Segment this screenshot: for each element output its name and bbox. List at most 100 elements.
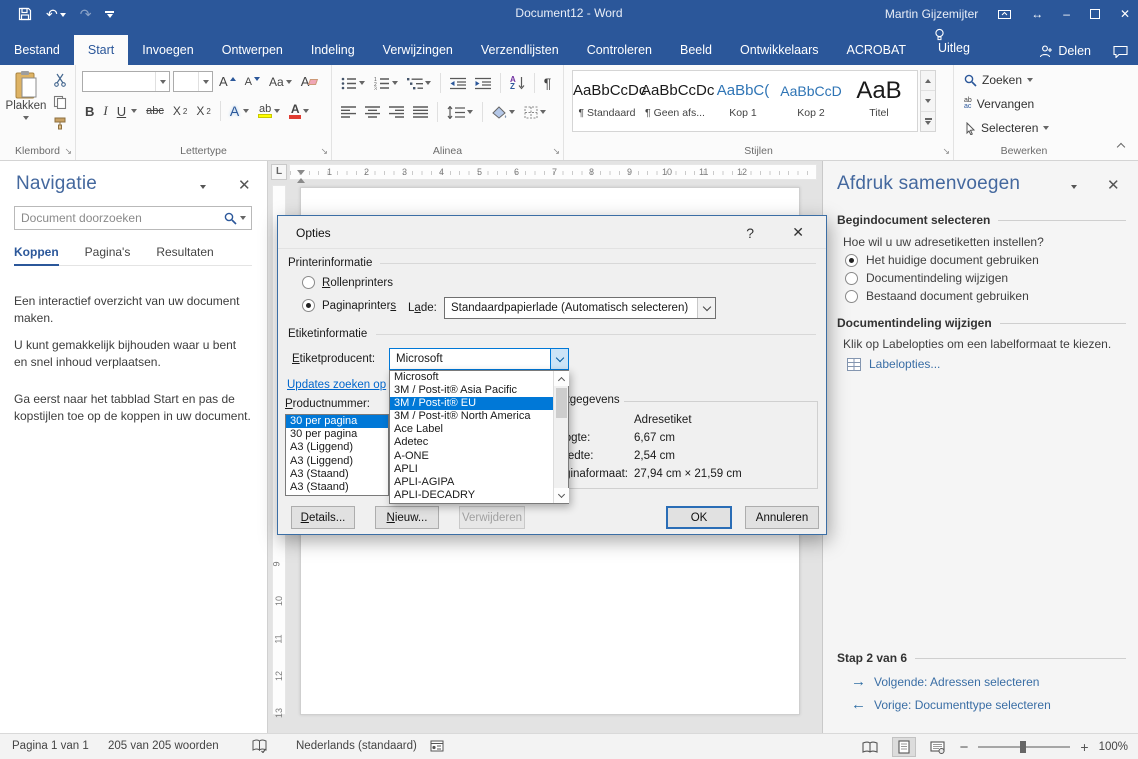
zoom-level[interactable]: 100% [1099,741,1128,753]
style-standaard[interactable]: AaBbCcDc ¶ Standaard [573,71,641,131]
style-kop1[interactable]: AaBbC( Kop 1 [709,71,777,131]
font-size-combo[interactable] [173,71,213,92]
dropdown-item[interactable]: APLI-AGIPA [390,476,553,489]
updates-link[interactable]: Updates zoeken op [287,379,386,391]
dropdown-item[interactable]: Adetec [390,436,553,449]
text-effects-button[interactable]: A [227,102,252,120]
tab-bestand[interactable]: Bestand [0,35,74,65]
bullet-list-button[interactable] [338,76,368,91]
user-name[interactable]: Martin Gijzemijter [885,7,978,21]
style-scroll-up-icon[interactable] [921,71,935,91]
scroll-thumb[interactable] [556,388,567,418]
ribbon-display-options-icon[interactable] [998,9,1011,20]
radio-icon[interactable] [845,290,858,303]
tab-verzendlijsten[interactable]: Verzendlijsten [467,35,573,65]
navigation-pane-close-icon[interactable]: ✕ [238,176,251,194]
strikethrough-button[interactable]: abc [143,104,167,118]
dropdown-item[interactable]: Microsoft [390,371,553,384]
zoom-slider[interactable] [978,746,1070,748]
nav-tab-resultaten[interactable]: Resultaten [156,245,213,259]
copy-icon[interactable] [50,93,70,111]
font-dialog-launcher-icon[interactable]: ↘ [320,147,328,156]
dialog-help-button[interactable]: ? [746,225,754,241]
dropdown-item[interactable]: Ace Label [390,423,553,436]
multilevel-list-button[interactable] [404,76,434,91]
justify-button[interactable] [410,105,431,119]
tab-ontwerpen[interactable]: Ontwerpen [208,35,297,65]
replace-button[interactable]: abac Vervangen [964,97,1034,111]
style-kop2[interactable]: AaBbCcD Kop 2 [777,71,845,131]
dropdown-scrollbar[interactable] [553,371,568,503]
product-item[interactable]: 30 per pagina [286,415,388,428]
increase-indent-button[interactable] [472,76,494,91]
superscript-button[interactable]: X2 [193,103,213,119]
zoom-in-button[interactable]: + [1080,739,1088,755]
style-scroll-down-icon[interactable] [921,91,935,111]
word-count[interactable]: 205 van 205 woorden [108,740,219,752]
mail-merge-menu-icon[interactable] [1071,185,1077,189]
nav-tab-koppen[interactable]: Koppen [14,245,59,266]
dropdown-item[interactable]: APLI-DECADRY [390,489,553,502]
style-gallery-more-icon[interactable] [921,112,935,131]
dropdown-item[interactable]: 3M / Post-it® North America [390,410,553,423]
read-mode-icon[interactable] [858,737,882,757]
clear-formatting-button[interactable]: A [298,73,321,90]
dropdown-item[interactable]: 3M / Post-it® Asia Pacific [390,384,553,397]
details-button[interactable]: Details... [291,506,355,529]
style-geen-afstand[interactable]: AaBbCcDc ¶ Geen afs... [641,71,709,131]
mm-radio-current-document[interactable]: Het huidige document gebruiken [845,253,1039,267]
share-button[interactable]: Delen [1039,44,1091,58]
nieuw-button[interactable]: Nieuw... [375,506,439,529]
close-button[interactable]: ✕ [1120,7,1130,21]
paste-button[interactable]: Plakken [5,70,47,142]
radio-icon[interactable] [845,272,858,285]
product-item[interactable]: A3 (Staand) [286,481,388,494]
product-item[interactable]: 30 per pagina [286,428,388,441]
font-name-combo[interactable] [82,71,170,92]
dropdown-item-selected[interactable]: 3M / Post-it® EU [390,397,553,410]
ok-button[interactable]: OK [666,506,732,529]
feedback-icon[interactable] [1113,45,1128,58]
radio-icon[interactable] [302,276,315,289]
font-color-button[interactable]: A [286,103,312,120]
product-item[interactable]: A3 (Liggend) [286,441,388,454]
annuleren-button[interactable]: Annuleren [745,506,819,529]
mm-radio-change-layout[interactable]: Documentindeling wijzigen [845,271,1008,285]
web-layout-icon[interactable] [926,737,950,757]
sort-button[interactable]: AZ [507,75,528,91]
dialog-close-button[interactable]: ✕ [792,224,804,241]
grow-font-button[interactable]: A [216,73,239,90]
collapse-ribbon-icon[interactable] [1117,143,1125,151]
bold-button[interactable]: B [82,103,97,120]
product-item[interactable]: A3 (Liggend) [286,455,388,468]
search-options-icon[interactable] [240,216,246,220]
underline-button[interactable]: U [114,103,140,120]
tab-uitleg[interactable]: Uitleg [920,20,984,65]
lade-combobox[interactable]: Standaardpapierlade (Automatisch selecte… [444,297,716,319]
shading-button[interactable] [489,105,518,120]
page-count[interactable]: Pagina 1 van 1 [12,740,89,752]
language-indicator[interactable]: Nederlands (standaard) [296,740,417,752]
horizontal-ruler[interactable]: 1 2 3 4 5 6 7 8 9 10 11 12 [289,164,817,180]
show-formatting-marks-button[interactable]: ¶ [541,74,555,92]
mail-merge-close-icon[interactable]: ✕ [1107,176,1120,194]
align-center-button[interactable] [362,105,383,119]
decrease-indent-button[interactable] [447,76,469,91]
resize-icon[interactable]: ↔ [1031,7,1043,21]
macro-recording-icon[interactable] [430,740,444,752]
subscript-button[interactable]: X2 [170,103,190,119]
tab-stop-selector[interactable]: L [271,164,287,180]
search-icon[interactable] [224,212,237,225]
tab-controleren[interactable]: Controleren [573,35,666,65]
zoom-out-button[interactable]: − [960,739,969,756]
mm-radio-existing-document[interactable]: Bestaand document gebruiken [845,289,1029,303]
style-titel[interactable]: AaB Titel [845,71,913,131]
borders-button[interactable] [521,105,549,120]
change-case-button[interactable]: Aa [266,74,295,90]
tab-ontwikkelaars[interactable]: Ontwikkelaars [726,35,833,65]
proofing-icon[interactable] [252,739,267,753]
maximize-button[interactable] [1090,9,1100,19]
mm-prev-link[interactable]: ← Vorige: Documenttype selecteren [851,696,1051,713]
rollenprinters-radio[interactable]: Rollenprinters [302,276,393,289]
radio-checked-icon[interactable] [302,299,315,312]
